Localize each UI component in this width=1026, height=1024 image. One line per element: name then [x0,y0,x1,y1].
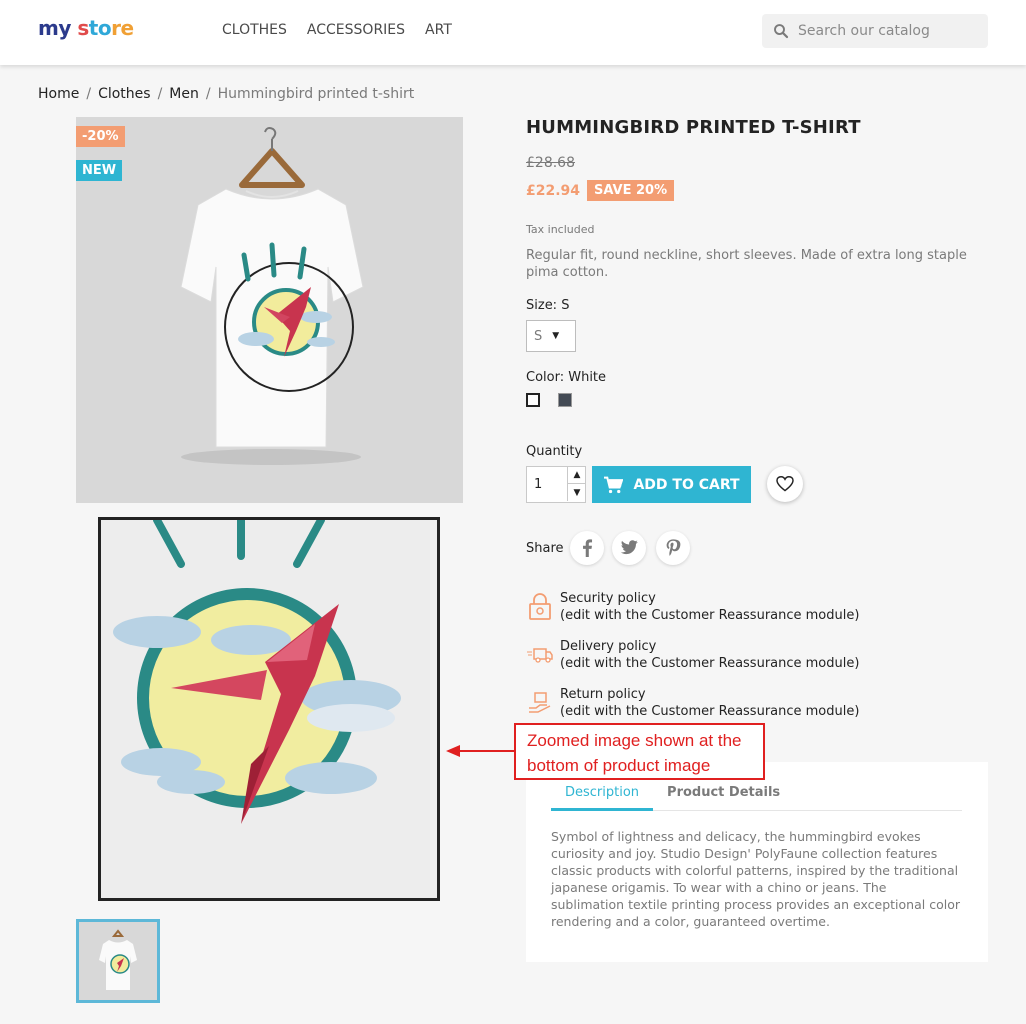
cart-icon [604,476,624,493]
increase-quantity-button[interactable]: ▲ [567,467,586,484]
pinterest-icon [666,539,681,556]
search-icon[interactable] [772,22,790,40]
share-twitter-button[interactable] [612,531,646,565]
regular-price: £28.68 [526,155,575,171]
breadcrumb-separator: / [157,86,163,102]
tab-product-details[interactable]: Product Details [653,784,794,811]
new-badge: NEW [76,160,123,181]
size-select[interactable]: S ▼ [526,320,576,352]
site-header: my store CLOTHES ACCESSORIES ART [0,0,1026,65]
reassurance-security: Security policy (edit with the Customer R… [526,590,906,624]
breadcrumb: Home / Clothes / Men / Hummingbird print… [38,86,414,102]
delivery-truck-icon [527,648,553,663]
breadcrumb-home[interactable]: Home [38,86,79,102]
main-nav: CLOTHES ACCESSORIES ART [222,22,452,38]
color-label: Color: White [526,370,607,385]
chevron-down-icon: ▼ [552,331,560,341]
discount-badge: -20% [76,126,125,147]
reassurance-title: Return policy [560,687,646,702]
short-description: Regular fit, round neckline, short sleev… [526,248,967,280]
add-to-cart-label: ADD TO CART [633,476,740,493]
size-selected-value: S [534,328,543,344]
annotation-line-2: bottom of product image [527,756,711,775]
reassurance-return: Return policy (edit with the Customer Rea… [526,686,906,720]
breadcrumb-clothes[interactable]: Clothes [98,86,151,102]
quantity-stepper: ▲ ▼ [526,466,586,503]
return-box-icon [529,692,551,713]
nav-item-art[interactable]: ART [425,22,452,38]
product-thumbnail[interactable] [76,919,160,1003]
color-swatch-white[interactable] [526,393,540,407]
reassurance-title: Security policy [560,591,656,606]
share-label: Share [526,541,564,556]
tax-note: Tax included [526,223,595,236]
search-box [762,14,988,48]
color-swatch-dark[interactable] [558,393,572,407]
twitter-icon [620,540,638,555]
heart-icon [776,476,794,492]
product-tabs-card: Description Product Details Symbol of li… [526,762,988,962]
annotation-line-1: Zoomed image shown at the [527,731,742,750]
nav-item-accessories[interactable]: ACCESSORIES [307,22,405,38]
breadcrumb-separator: / [86,86,92,102]
share-pinterest-button[interactable] [656,531,690,565]
security-lock-icon [529,593,551,620]
reassurance-subtitle: (edit with the Customer Reassurance modu… [560,704,860,719]
facebook-icon [583,539,593,557]
store-logo[interactable]: my store [38,16,134,40]
reassurance-subtitle: (edit with the Customer Reassurance modu… [560,656,860,671]
reassurance-subtitle: (edit with the Customer Reassurance modu… [560,608,860,623]
annotation-arrow [446,745,514,757]
product-tabs: Description Product Details [551,784,962,811]
breadcrumb-separator: / [205,86,211,102]
quantity-input[interactable] [527,467,567,502]
product-cover-image[interactable] [76,117,463,503]
current-price: £22.94 [526,183,581,199]
zoomed-product-image [98,517,440,901]
quantity-label: Quantity [526,444,583,459]
reassurance-title: Delivery policy [560,639,657,654]
zoom-annotation-callout: Zoomed image shown at the bottom of prod… [514,723,765,780]
breadcrumb-men[interactable]: Men [169,86,199,102]
nav-item-clothes[interactable]: CLOTHES [222,22,287,38]
product-title: HUMMINGBIRD PRINTED T-SHIRT [526,117,861,138]
wishlist-button[interactable] [767,466,803,502]
save-badge: SAVE 20% [587,180,675,201]
size-label: Size: S [526,298,570,313]
product-description-text: Symbol of lightness and delicacy, the hu… [551,829,960,929]
breadcrumb-current: Hummingbird printed t-shirt [217,86,415,102]
tab-description[interactable]: Description [551,784,654,811]
reassurance-delivery: Delivery policy (edit with the Customer R… [526,638,906,672]
add-to-cart-button[interactable]: ADD TO CART [592,466,751,503]
decrease-quantity-button[interactable]: ▼ [567,484,586,501]
search-input[interactable] [798,23,978,39]
share-facebook-button[interactable] [570,531,604,565]
